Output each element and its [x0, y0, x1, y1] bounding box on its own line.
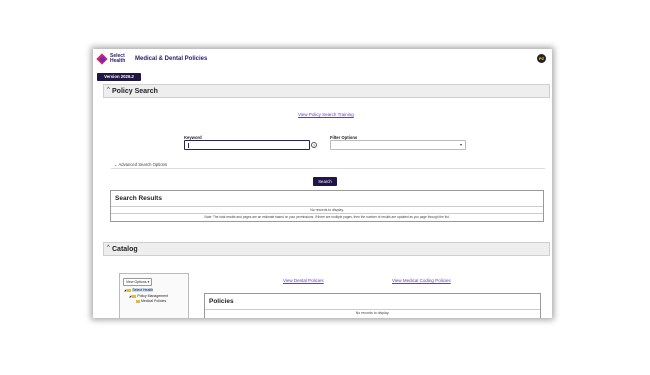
collapse-caret-icon[interactable]: ^: [107, 87, 110, 93]
dropdown-arrow-icon: ▾: [459, 142, 462, 147]
search-button[interactable]: Search: [313, 177, 337, 186]
select-health-logo-icon: [96, 53, 108, 65]
search-results-title: Search Results: [115, 195, 162, 202]
divider: [205, 309, 540, 310]
text-cursor: [188, 143, 189, 148]
app-header: Select Health Medical & Dental Policies …: [93, 49, 552, 71]
tree-item-label: Medical Policies: [141, 299, 167, 303]
folder-icon: [127, 288, 132, 292]
catalog-tree-panel: View Options ▾ ◢ Select Health ◢ Policy Ma…: [119, 273, 189, 318]
policy-search-header[interactable]: ^ Policy Search: [103, 84, 550, 98]
tree-item-medical-policies[interactable]: Medical Policies: [136, 299, 166, 303]
version-badge: Version 2026.2: [97, 73, 141, 81]
divider: [111, 213, 543, 214]
filter-options-select[interactable]: ▾: [330, 140, 466, 150]
chevron-down-icon: ⌄: [114, 162, 118, 167]
collapse-caret-icon[interactable]: ^: [107, 245, 110, 251]
folder-icon: [136, 299, 140, 303]
divider: [111, 206, 543, 207]
advanced-search-toggle[interactable]: ⌄ Advanced Search Options: [114, 162, 167, 167]
expand-toggle-icon[interactable]: ◢: [129, 294, 131, 298]
policy-search-training-link[interactable]: View Policy Search Training: [298, 112, 354, 117]
results-note: Note: The total results and pages are an…: [204, 215, 450, 219]
folder-icon: [132, 294, 137, 298]
expand-toggle-icon[interactable]: ◢: [124, 288, 126, 292]
policies-panel: Policies No records to display.: [204, 293, 541, 318]
keyword-input[interactable]: [184, 140, 310, 150]
tree-item-policy-management[interactable]: ◢ Policy Management: [129, 294, 168, 298]
no-records-message: No records to display.: [310, 208, 344, 212]
help-icon[interactable]: ?: [311, 142, 317, 148]
no-records-message: No records to display.: [355, 311, 390, 315]
catalog-header[interactable]: ^ Catalog: [103, 242, 550, 256]
browser-window: Select Health Medical & Dental Policies …: [93, 49, 552, 318]
user-avatar[interactable]: PZ: [537, 54, 546, 63]
divider: [111, 168, 545, 169]
policy-search-title: Policy Search: [112, 88, 158, 95]
app-title: Medical & Dental Policies: [135, 56, 208, 62]
tree-item-select-health[interactable]: ◢ Select Health: [124, 288, 154, 292]
search-results-panel: Search Results No records to display. No…: [110, 190, 544, 222]
catalog-title: Catalog: [112, 246, 138, 253]
view-options-label: View Options: [126, 280, 147, 284]
view-options-button[interactable]: View Options ▾: [123, 278, 153, 286]
policies-title: Policies: [209, 298, 234, 305]
chevron-down-icon: ▾: [147, 280, 150, 284]
view-medical-coding-policies-link[interactable]: View Medical Coding Policies: [392, 278, 451, 283]
view-dental-policies-link[interactable]: View Dental Policies: [283, 278, 324, 283]
advanced-search-label: Advanced Search Options: [118, 162, 168, 167]
brand-line-2: Health: [110, 58, 126, 64]
brand-name: Select Health: [110, 54, 125, 64]
tree-item-label: Select Health: [132, 288, 154, 292]
tree-item-label: Policy Management: [137, 294, 169, 298]
